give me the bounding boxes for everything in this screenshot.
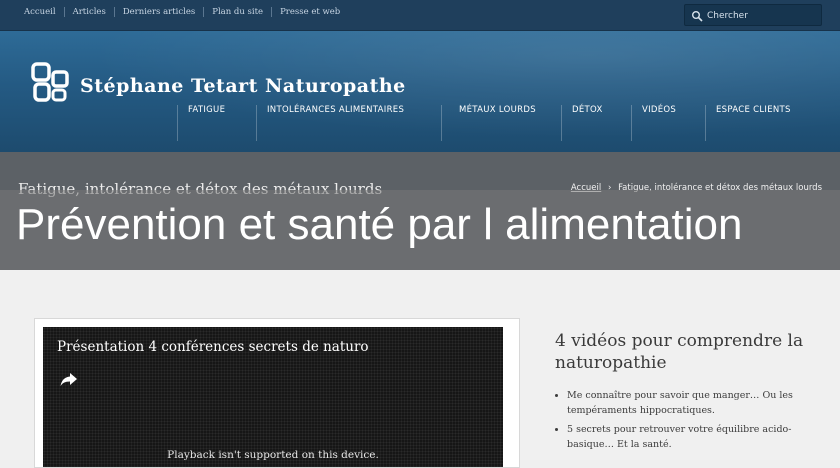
sidebar-link[interactable]: 5 secrets pour retrouver votre équilibre… (567, 422, 825, 452)
search-box[interactable] (684, 4, 822, 26)
top-bar: Accueil Articles Derniers articles Plan … (0, 0, 840, 31)
search-icon (692, 11, 703, 22)
video-card: Présentation 4 conférences secrets de na… (34, 318, 520, 468)
top-link-articles[interactable]: Articles (63, 7, 114, 17)
brand-name[interactable]: Stéphane Tetart Naturopathe (80, 75, 406, 97)
sidebar-list: Me connaître pour savoir que manger… Ou … (555, 388, 825, 452)
sidebar-widget: 4 vidéos pour comprendre la naturopathie… (555, 330, 825, 456)
nav-item-videos[interactable]: VIDÉOS (631, 105, 676, 141)
header-hero: Stéphane Tetart Naturopathe FATIGUE INTO… (0, 31, 840, 152)
top-link-derniers-articles[interactable]: Derniers articles (113, 7, 203, 17)
brand-logo-icon[interactable] (30, 61, 72, 103)
sidebar-heading: 4 vidéos pour comprendre la naturopathie (555, 331, 804, 373)
nav-item-espace-clients[interactable]: ESPACE CLIENTS (705, 105, 790, 141)
top-link-accueil[interactable]: Accueil (16, 7, 64, 17)
overlay-banner: Prévention et santé par l alimentation (0, 190, 840, 270)
share-icon[interactable] (59, 371, 79, 387)
nav-item-label: MÉTAUX LOURDS (459, 105, 536, 115)
sidebar-link[interactable]: Me connaître pour savoir que manger… Ou … (567, 388, 825, 418)
top-link-presse-et-web[interactable]: Presse et web (271, 7, 348, 17)
top-links: Accueil Articles Derniers articles Plan … (16, 7, 348, 17)
video-title[interactable]: Présentation 4 conférences secrets de na… (57, 339, 369, 355)
main-content: Présentation 4 conférences secrets de na… (0, 270, 840, 468)
top-link-plan-du-site[interactable]: Plan du site (203, 7, 271, 17)
nav-item-metaux-lourds[interactable]: MÉTAUX LOURDS (441, 105, 536, 141)
playback-message: Playback isn't supported on this device. (167, 449, 379, 461)
nav-item-label: ESPACE CLIENTS (716, 105, 791, 115)
nav-item-detox[interactable]: DÉTOX (561, 105, 602, 141)
main-nav: FATIGUE INTOLÉRANCES ALIMENTAIRES MÉTAUX… (0, 105, 840, 155)
nav-item-label: DÉTOX (572, 105, 603, 115)
nav-item-intolerances[interactable]: INTOLÉRANCES ALIMENTAIRES (256, 105, 404, 141)
nav-item-label: VIDÉOS (642, 105, 677, 115)
nav-item-label: FATIGUE (188, 105, 226, 115)
video-player[interactable]: Présentation 4 conférences secrets de na… (43, 327, 503, 467)
search-input[interactable] (707, 8, 817, 23)
nav-item-fatigue[interactable]: FATIGUE (177, 105, 225, 141)
overlay-title: Prévention et santé par l alimentation (16, 200, 743, 249)
nav-item-label: INTOLÉRANCES ALIMENTAIRES (267, 105, 405, 115)
